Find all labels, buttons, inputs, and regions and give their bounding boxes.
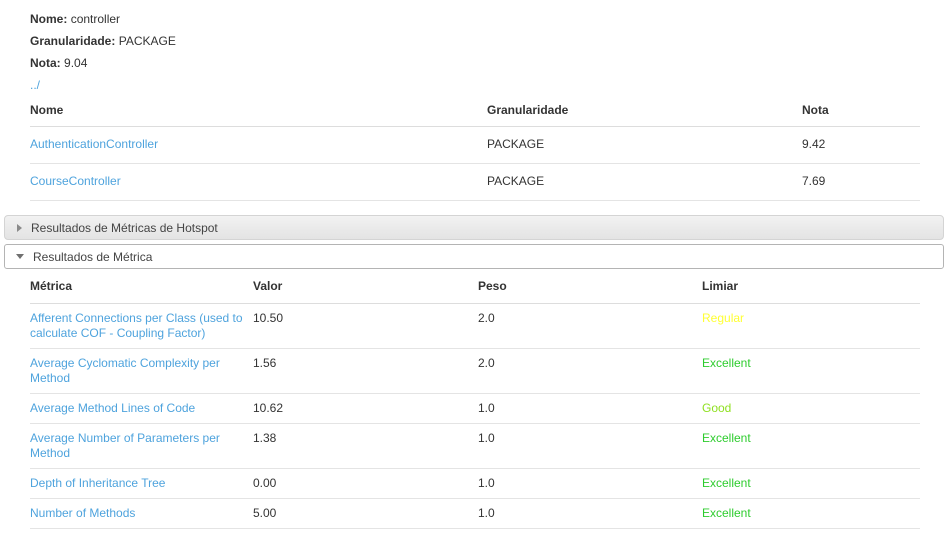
- metric-link[interactable]: Afferent Connections per Class (used to …: [30, 311, 247, 341]
- metric-link[interactable]: Average Cyclomatic Complexity per Method: [30, 356, 247, 386]
- metric-cell-threshold: Excellent: [702, 348, 920, 394]
- caret-right-icon: [17, 223, 22, 232]
- table-row: Average Cyclomatic Complexity per Method…: [30, 348, 920, 394]
- metric-cell-name: Number of Methods: [30, 498, 253, 529]
- panel-header-metric-results[interactable]: Resultados de Métrica: [4, 244, 944, 269]
- children-cell-granularity: PACKAGE: [487, 163, 802, 201]
- table-row: Depth of Inheritance Tree 0.00 1.0 Excel…: [30, 468, 920, 499]
- metric-cell-name: Afferent Connections per Class (used to …: [30, 303, 253, 349]
- children-cell-score: 7.69: [802, 163, 920, 201]
- metric-cell-name: Depth of Inheritance Tree: [30, 468, 253, 499]
- children-cell-name: CourseController: [30, 163, 487, 201]
- metric-cell-weight: 1.0: [478, 528, 702, 536]
- metric-cell-weight: 2.0: [478, 348, 702, 394]
- metrics-table-header-row: Métrica Valor Peso Limiar: [30, 279, 920, 304]
- metric-cell-threshold: Excellent: [702, 423, 920, 469]
- metric-cell-value: 10.62: [253, 393, 478, 424]
- metric-cell-value: 10.50: [253, 303, 478, 349]
- metric-cell-name: Average Cyclomatic Complexity per Method: [30, 348, 253, 394]
- summary-name-value: controller: [70, 12, 121, 26]
- metric-cell-name: Average Number of Parameters per Method: [30, 423, 253, 469]
- status-badge: Regular: [702, 311, 745, 325]
- status-badge: Excellent: [702, 431, 751, 445]
- metric-cell-weight: 1.0: [478, 393, 702, 424]
- table-row: CourseController PACKAGE 7.69: [30, 163, 920, 201]
- children-header-nota: Nota: [802, 95, 920, 127]
- table-row: Number of Methods 5.00 1.0 Excellent: [30, 498, 920, 529]
- metrics-table: Métrica Valor Peso Limiar Afferent Conne…: [30, 279, 920, 536]
- panel-body-metric-results: Métrica Valor Peso Limiar Afferent Conne…: [4, 269, 948, 536]
- table-row: Average Number of Parameters per Method …: [30, 423, 920, 469]
- summary-name-label: Nome:: [30, 12, 68, 26]
- status-badge: Excellent: [702, 476, 751, 490]
- children-table: Nome Granularidade Nota AuthenticationCo…: [30, 95, 920, 201]
- table-row: Afferent Connections per Class (used to …: [30, 303, 920, 349]
- results-accordion: Resultados de Métricas de Hotspot Result…: [4, 215, 948, 536]
- table-row: AuthenticationController PACKAGE 9.42: [30, 126, 920, 164]
- summary-block: Nome: controller Granularidade: PACKAGE …: [0, 0, 948, 95]
- metric-cell-weight: 1.0: [478, 423, 702, 469]
- metric-cell-weight: 2.0: [478, 303, 702, 349]
- children-header-nome: Nome: [30, 95, 487, 127]
- metric-link[interactable]: Depth of Inheritance Tree: [30, 476, 165, 491]
- summary-granularity-label: Granularidade:: [30, 34, 116, 48]
- parent-directory-link[interactable]: ../: [30, 75, 40, 95]
- metric-cell-name: Number of Public Attributes: [30, 528, 253, 536]
- children-cell-name: AuthenticationController: [30, 126, 487, 164]
- panel-header-hotspot-metrics[interactable]: Resultados de Métricas de Hotspot: [4, 215, 944, 240]
- summary-granularity-line: Granularidade: PACKAGE: [30, 30, 948, 52]
- metrics-table-body: Afferent Connections per Class (used to …: [30, 303, 920, 536]
- summary-name-line: Nome: controller: [30, 8, 948, 30]
- child-link[interactable]: AuthenticationController: [30, 137, 158, 151]
- metric-cell-value: 0.00: [253, 468, 478, 499]
- metric-cell-name: Average Method Lines of Code: [30, 393, 253, 424]
- metric-link[interactable]: Average Method Lines of Code: [30, 401, 195, 416]
- metric-link[interactable]: Number of Methods: [30, 506, 135, 521]
- summary-score-line: Nota: 9.04: [30, 52, 948, 74]
- summary-granularity-value: PACKAGE: [118, 34, 176, 48]
- metric-cell-value: 1.38: [253, 423, 478, 469]
- metric-cell-value: 5.00: [253, 498, 478, 529]
- panel-title-metric-results: Resultados de Métrica: [33, 249, 153, 264]
- metrics-header-valor: Valor: [253, 279, 478, 304]
- status-badge: Good: [702, 401, 732, 415]
- metrics-header-peso: Peso: [478, 279, 702, 304]
- children-cell-granularity: PACKAGE: [487, 126, 802, 164]
- children-header-granularidade: Granularidade: [487, 95, 802, 127]
- metric-cell-weight: 1.0: [478, 468, 702, 499]
- child-link[interactable]: CourseController: [30, 174, 121, 188]
- metric-link[interactable]: Average Number of Parameters per Method: [30, 431, 247, 461]
- metric-cell-threshold: Regular: [702, 303, 920, 349]
- metric-cell-weight: 1.0: [478, 498, 702, 529]
- status-badge: Excellent: [702, 356, 751, 370]
- metric-cell-value: 1.56: [253, 348, 478, 394]
- metric-cell-threshold: Good: [702, 393, 920, 424]
- metrics-header-limiar: Limiar: [702, 279, 920, 304]
- panel-title-hotspot-metrics: Resultados de Métricas de Hotspot: [31, 220, 218, 235]
- metric-cell-value: 0.00: [253, 528, 478, 536]
- caret-down-icon: [16, 254, 24, 259]
- summary-score-label: Nota:: [30, 56, 61, 70]
- metric-cell-threshold: Excellent: [702, 498, 920, 529]
- table-row: Number of Public Attributes 0.00 1.0 Exc…: [30, 528, 920, 536]
- summary-score-value: 9.04: [64, 56, 88, 70]
- metric-cell-threshold: Excellent: [702, 528, 920, 536]
- status-badge: Excellent: [702, 506, 751, 520]
- report-page: Nome: controller Granularidade: PACKAGE …: [0, 0, 948, 536]
- children-table-header-row: Nome Granularidade Nota: [30, 95, 920, 127]
- table-row: Average Method Lines of Code 10.62 1.0 G…: [30, 393, 920, 424]
- metrics-header-metrica: Métrica: [30, 279, 253, 304]
- children-cell-score: 9.42: [802, 126, 920, 164]
- metric-cell-threshold: Excellent: [702, 468, 920, 499]
